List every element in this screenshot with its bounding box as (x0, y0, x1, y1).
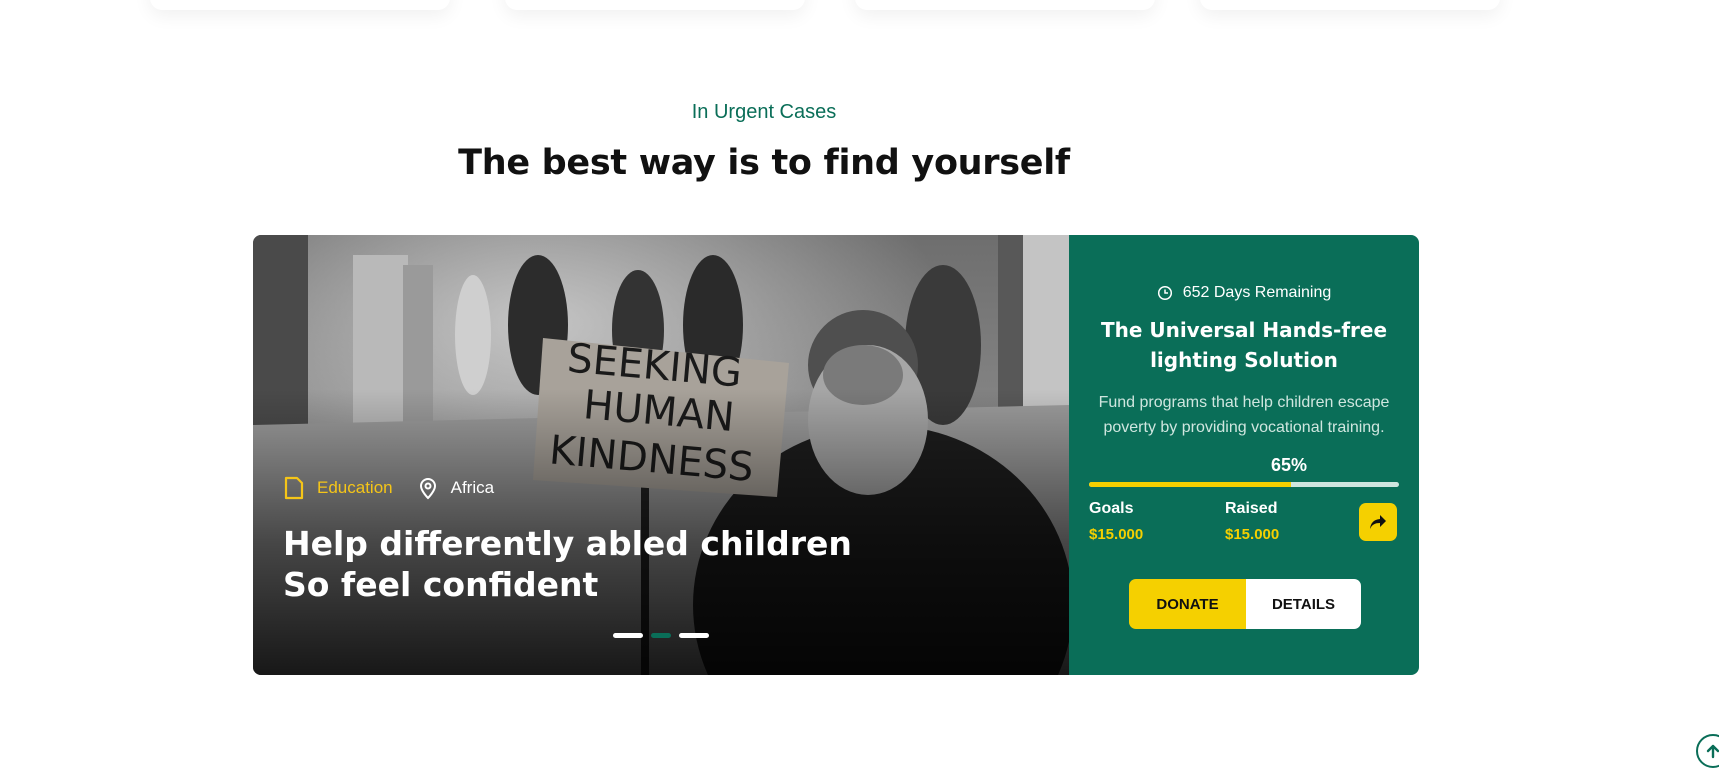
clock-icon (1157, 285, 1172, 301)
location-link[interactable]: Africa (417, 476, 494, 500)
slider-dot-3[interactable] (679, 633, 709, 638)
arrow-up-icon (1706, 744, 1719, 759)
action-buttons: DONATE DETAILS (1129, 579, 1361, 629)
donation-panel: 652 Days Remaining The Universal Hands-f… (1069, 235, 1419, 675)
category-link[interactable]: Education (283, 476, 393, 500)
goals-value: $15.000 (1089, 526, 1144, 543)
progress-percent: 65% (1271, 455, 1308, 475)
location-label: Africa (450, 478, 495, 497)
campaign-title-line-2: So feel confident (283, 565, 599, 604)
raised-label: Raised (1225, 500, 1278, 517)
details-button[interactable]: DETAILS (1246, 579, 1361, 629)
share-arrow-icon (1370, 515, 1386, 529)
campaign-meta: Education Africa (283, 476, 518, 500)
document-icon (284, 476, 304, 500)
photo-overlay (253, 235, 1069, 675)
progress-fill (1089, 482, 1291, 487)
panel-title[interactable]: The Universal Hands-free lighting Soluti… (1099, 315, 1389, 375)
progress-bar (1089, 482, 1399, 487)
panel-description: Fund programs that help children escape … (1098, 394, 1390, 436)
goals-stat: Goals $15.000 (1089, 500, 1143, 543)
category-label: Education (317, 478, 393, 497)
campaign-hero: SEEKING HUMAN KINDNESS Education Africa … (253, 235, 1069, 675)
section-subtitle: In Urgent Cases (691, 101, 837, 123)
previous-section-cards (0, 0, 1719, 20)
campaign-title-line-1: Help differently abled children (283, 524, 852, 563)
days-remaining-text: 652 Days Remaining (1182, 284, 1332, 301)
slider-dot-1[interactable] (613, 633, 643, 638)
slider-dot-2[interactable] (651, 633, 671, 638)
days-remaining: 652 Days Remaining (1069, 284, 1419, 302)
section-title: The best way is to find yourself (458, 143, 1070, 183)
urgent-case-card: SEEKING HUMAN KINDNESS Education Africa … (253, 235, 1419, 675)
scroll-to-top-button[interactable] (1696, 734, 1719, 768)
raised-value: $15.000 (1225, 526, 1280, 543)
slider-dots (613, 633, 709, 638)
campaign-title[interactable]: Help differently abled children So feel … (283, 523, 883, 605)
raised-stat: Raised $15.000 (1225, 500, 1279, 543)
donate-button[interactable]: DONATE (1129, 579, 1246, 629)
share-button[interactable] (1359, 503, 1397, 541)
map-pin-icon (419, 478, 436, 500)
goals-label: Goals (1089, 500, 1134, 517)
